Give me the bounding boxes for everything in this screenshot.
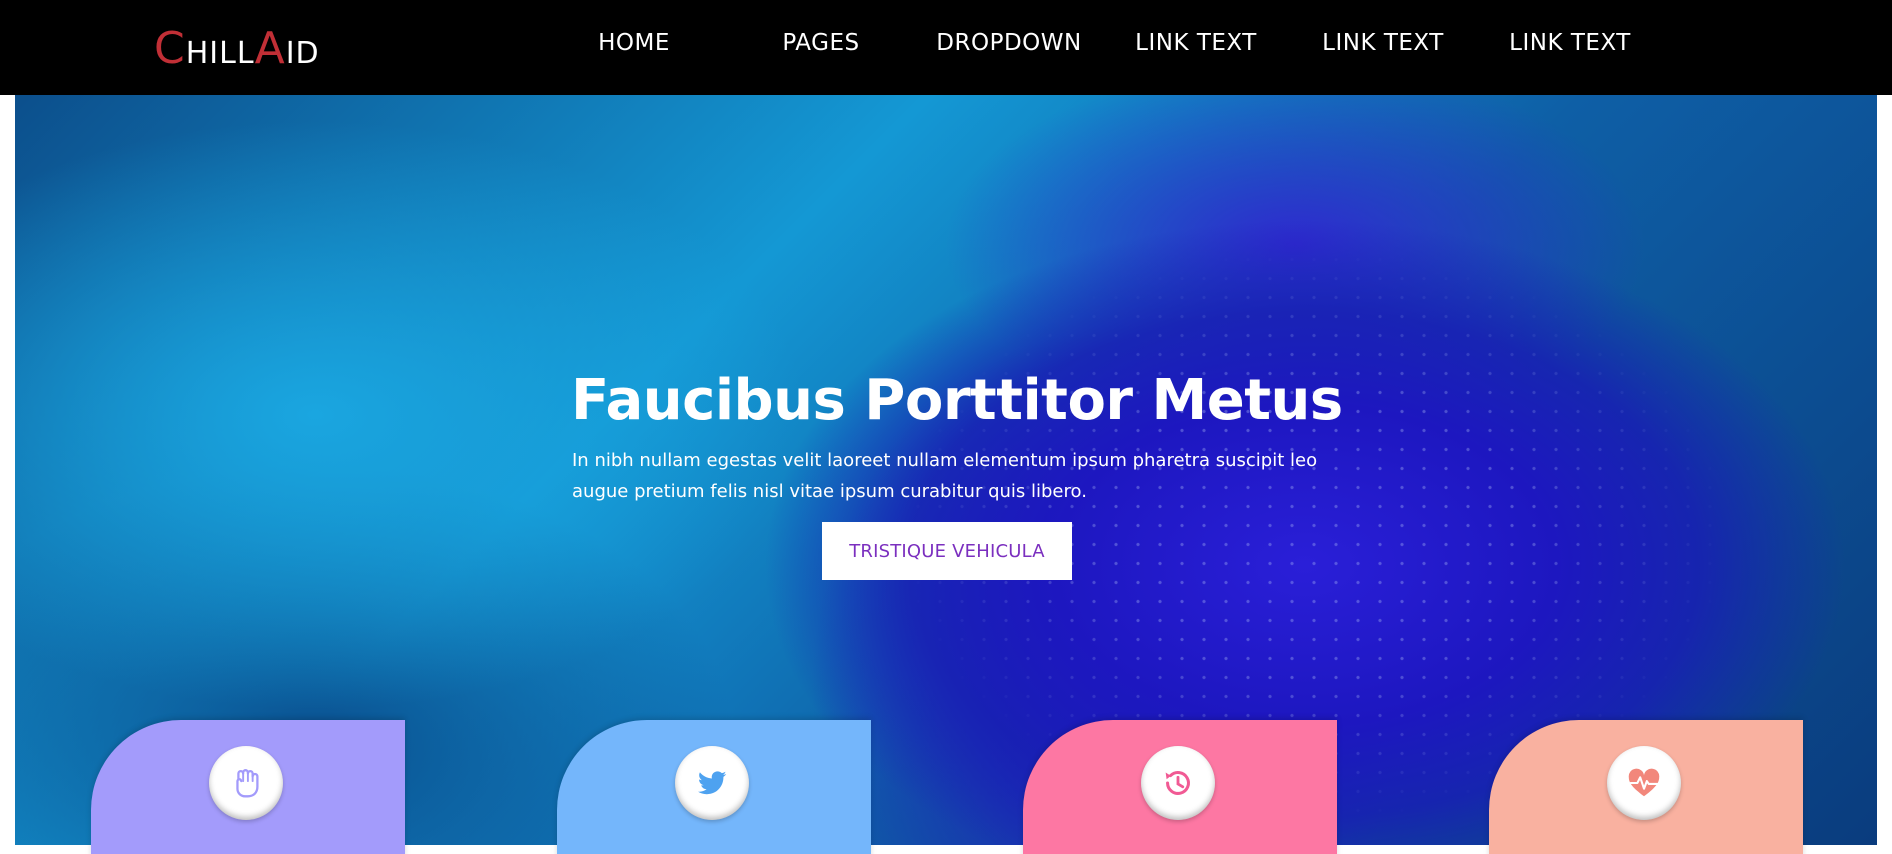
hero-description-line-2: augue pretium felis nisl vitae ipsum cur… bbox=[572, 481, 1087, 502]
feature-card-1[interactable] bbox=[91, 720, 405, 854]
logo-letter-c: C bbox=[154, 23, 186, 74]
feature-card-4-icon-circle bbox=[1607, 746, 1681, 820]
logo-letter-a: A bbox=[254, 23, 286, 74]
hero-cta-button[interactable]: TRISTIQUE VEHICULA bbox=[822, 522, 1072, 580]
nav-link-text-3[interactable]: LINK TEXT bbox=[1495, 30, 1645, 56]
nav-pages[interactable]: PAGES bbox=[746, 30, 896, 56]
logo-text-hill: HILL bbox=[185, 36, 255, 71]
feature-card-4[interactable] bbox=[1489, 720, 1803, 854]
feature-card-3[interactable] bbox=[1023, 720, 1337, 854]
feature-card-2-icon-circle bbox=[675, 746, 749, 820]
hero-description-line-1: In nibh nullam egestas velit laoreet nul… bbox=[572, 450, 1318, 471]
heartbeat-icon bbox=[1628, 768, 1660, 797]
hero-title: Faucibus Porttitor Metus bbox=[571, 368, 1343, 433]
hero-description: In nibh nullam egestas velit laoreet nul… bbox=[572, 445, 1332, 507]
nav-home[interactable]: HOME bbox=[559, 30, 709, 56]
nav-link-text-2[interactable]: LINK TEXT bbox=[1308, 30, 1458, 56]
nav-link-text-1[interactable]: LINK TEXT bbox=[1121, 30, 1271, 56]
feature-card-3-icon-circle bbox=[1141, 746, 1215, 820]
nav-dropdown[interactable]: DROPDOWN bbox=[934, 30, 1084, 56]
history-icon bbox=[1165, 771, 1190, 795]
brand-logo[interactable]: CHILLAID bbox=[154, 26, 320, 77]
logo-text-id: ID bbox=[285, 36, 320, 71]
feature-card-1-icon-circle bbox=[209, 746, 283, 820]
feature-card-2[interactable] bbox=[557, 720, 871, 854]
twitter-icon bbox=[697, 771, 727, 795]
hand-icon bbox=[236, 769, 259, 798]
top-navbar: CHILLAID HOME PAGES DROPDOWN LINK TEXT L… bbox=[0, 0, 1892, 95]
